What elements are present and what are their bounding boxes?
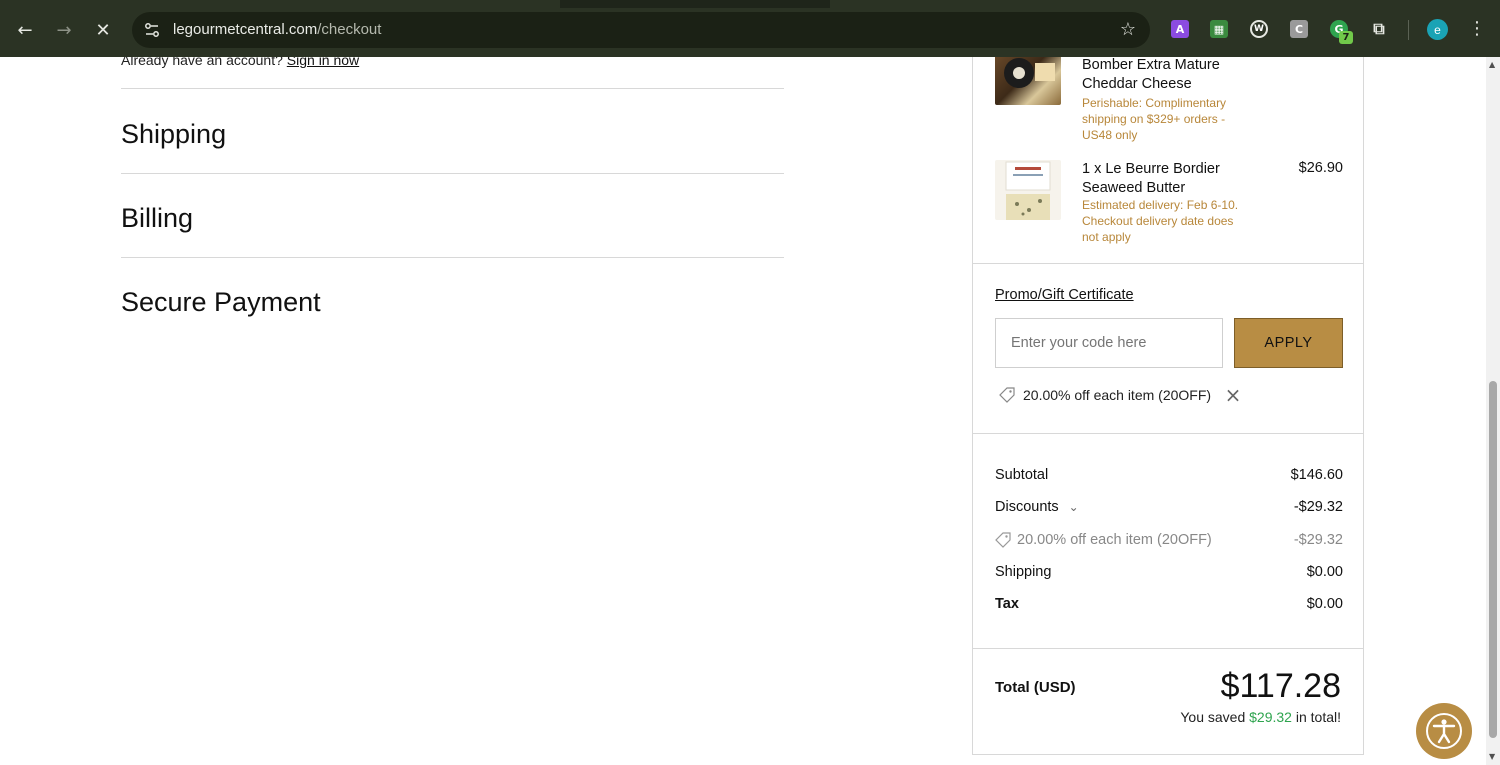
cheddar-product-image[interactable] (995, 57, 1061, 105)
remove-promo-icon[interactable]: × (1223, 383, 1243, 407)
tax-label: Tax (995, 596, 1019, 612)
discounts-label: Discounts (995, 499, 1059, 515)
scrollbar-thumb[interactable] (1489, 381, 1497, 738)
stop-loading-icon[interactable]: ✕ (91, 18, 115, 42)
applied-promo-text: 20.00% off each item (20OFF) (1023, 387, 1212, 403)
active-tab[interactable] (0, 0, 560, 8)
promo-code-input[interactable] (995, 318, 1223, 368)
discounts-value: -$29.32 (1293, 499, 1343, 515)
discount-detail-value: -$29.32 (1293, 532, 1343, 548)
browser-menu-icon[interactable]: ⋮ (1468, 18, 1486, 39)
tax-value: $0.00 (1306, 596, 1343, 612)
cart-item-price: $26.90 (1298, 160, 1343, 176)
address-bar[interactable]: legourmetcentral.com/checkout ☆ (132, 12, 1150, 48)
tab-strip-area (830, 0, 1500, 8)
saved-prefix: You saved (1180, 709, 1246, 725)
profile-avatar[interactable]: e (1427, 19, 1448, 40)
toolbar-separator (1408, 20, 1409, 40)
discounts-toggle[interactable]: Discounts ⌄ (995, 499, 1079, 515)
section-secure-payment[interactable]: Secure Payment (121, 287, 321, 318)
url-text[interactable]: legourmetcentral.com/checkout (173, 21, 381, 38)
order-summary: Bomber Extra Mature Cheddar Cheese Peris… (972, 57, 1364, 755)
applied-promo-code: 20.00% off each item (20OFF) (999, 384, 1211, 406)
summary-divider (973, 263, 1363, 264)
accessibility-widget-button[interactable] (1416, 703, 1472, 759)
scroll-down-arrow-icon[interactable]: ▼ (1489, 752, 1495, 761)
extension-grid-icon[interactable]: ▦ (1210, 20, 1228, 38)
cart-item-note: Estimated delivery: Feb 6-10. Checkout d… (1082, 198, 1239, 244)
back-icon[interactable]: ← (13, 18, 37, 42)
cart-item-note: Perishable: Complimentary shipping on $3… (1082, 96, 1227, 142)
tab-strip (0, 0, 1500, 8)
subtotal-label: Subtotal (995, 467, 1049, 483)
extension-c-icon[interactable]: C (1290, 20, 1308, 38)
saved-suffix: in total! (1295, 709, 1341, 725)
saved-amount: $29.32 (1249, 709, 1292, 725)
total-label: Total (USD) (995, 679, 1076, 696)
discount-detail: 20.00% off each item (20OFF) (995, 532, 1212, 548)
section-shipping[interactable]: Shipping (121, 119, 226, 150)
total-value: $117.28 (1220, 667, 1341, 705)
savings-message: You saved $29.32 in total! (1180, 709, 1341, 725)
url-path: /checkout (317, 21, 382, 38)
url-host: legourmetcentral.com (173, 21, 318, 38)
extension-w-icon[interactable]: W (1250, 20, 1268, 38)
site-settings-icon[interactable] (142, 20, 162, 40)
cheese-wheel-graphic (1004, 58, 1055, 88)
apply-button[interactable]: APPLY (1234, 318, 1343, 368)
cart-item-name: Bomber Extra Mature Cheddar Cheese (1082, 57, 1220, 92)
shipping-value: $0.00 (1306, 564, 1343, 580)
shipping-label: Shipping (995, 564, 1052, 580)
tag-icon (999, 387, 1015, 403)
chevron-down-icon[interactable]: ⌄ (1069, 500, 1079, 514)
scroll-up-arrow-icon[interactable]: ▲ (1489, 60, 1495, 69)
cart-item-name: 1 x Le Beurre Bordier Seaweed Butter (1082, 161, 1220, 196)
bookmark-star-icon[interactable]: ☆ (1120, 19, 1136, 40)
extension-badge: 7 (1339, 31, 1353, 44)
browser-toolbar: ← → ✕ legourmetcentral.com/checkout ☆ A … (0, 0, 1500, 57)
extension-a-icon[interactable]: A (1171, 20, 1189, 38)
summary-divider (973, 433, 1363, 434)
accessibility-icon (1426, 713, 1462, 749)
section-divider (121, 257, 784, 258)
subtotal-value: $146.60 (1290, 467, 1343, 483)
butter-package-graphic (1005, 161, 1051, 220)
signin-prompt-text: Already have an account? (121, 57, 283, 68)
forward-icon[interactable]: → (52, 18, 76, 42)
signin-link[interactable]: Sign in now (287, 57, 359, 68)
checkout-page: Already have an account? Sign in now Shi… (0, 57, 1486, 765)
summary-divider (973, 648, 1363, 649)
section-divider (121, 173, 784, 174)
extensions-puzzle-icon[interactable]: ⧉ (1370, 19, 1388, 38)
section-billing[interactable]: Billing (121, 203, 193, 234)
signin-prompt: Already have an account? Sign in now (121, 57, 359, 68)
promo-label[interactable]: Promo/Gift Certificate (995, 287, 1134, 303)
tag-icon (995, 532, 1011, 548)
section-divider (121, 88, 784, 89)
butter-product-image[interactable] (995, 160, 1061, 220)
discount-detail-label: 20.00% off each item (20OFF) (1017, 532, 1212, 548)
